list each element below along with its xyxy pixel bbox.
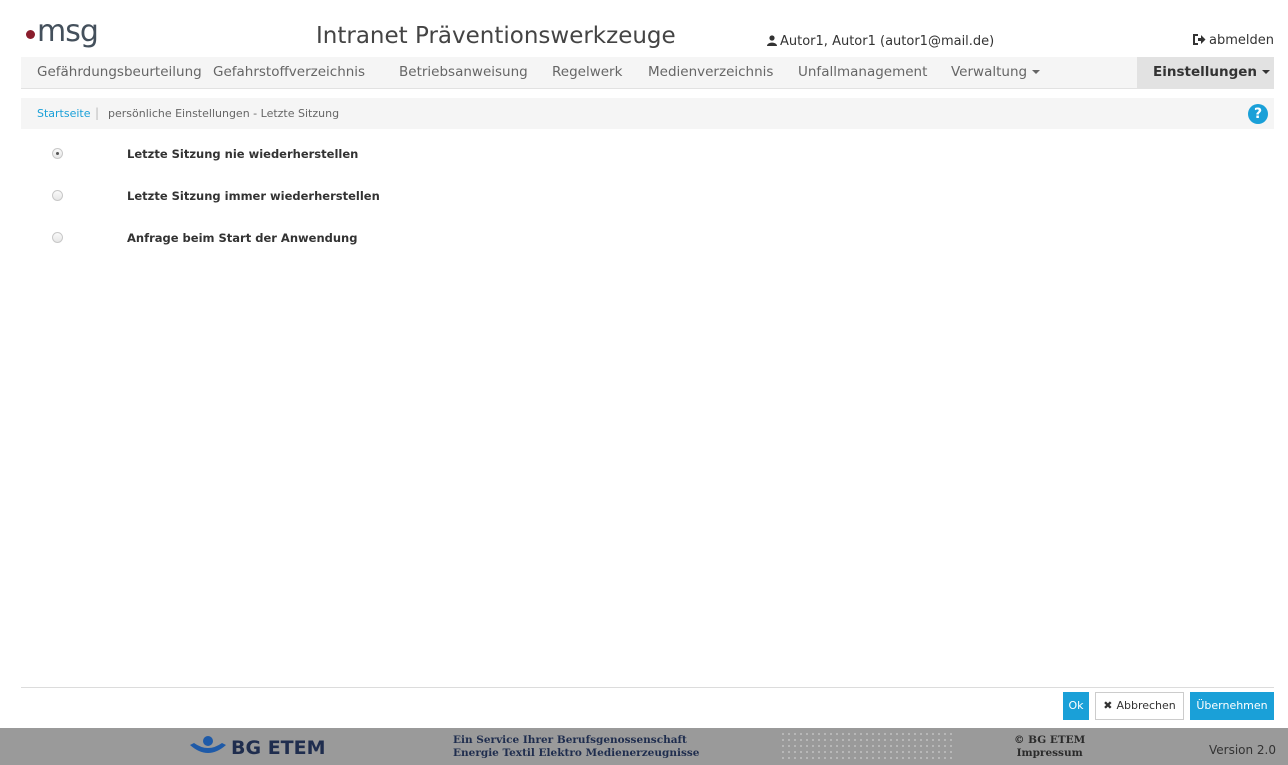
footer-brand: BG ETEM	[231, 737, 326, 759]
nav-item-einstellungen-label: Einstellungen	[1153, 64, 1258, 80]
bg-etem-logo-icon	[190, 736, 226, 753]
logout-label: abmelden	[1209, 33, 1274, 48]
radio-ask-on-start[interactable]	[52, 232, 63, 243]
nav-item-regelwerk[interactable]: Regelwerk	[552, 57, 622, 88]
nav-item-gefaehrdungsbeurteilung[interactable]: Gefährdungsbeurteilung	[37, 57, 202, 88]
caret-down-icon	[1262, 70, 1271, 74]
user-info: Autor1, Autor1 (autor1@mail.de)	[767, 34, 994, 49]
user-icon	[767, 35, 777, 46]
nav-item-verwaltung[interactable]: Verwaltung	[951, 57, 1041, 88]
help-icon[interactable]: ?	[1248, 104, 1268, 124]
logout-link[interactable]: abmelden	[1192, 33, 1274, 48]
footer-copyright: © BG ETEM Impressum	[1014, 734, 1085, 760]
nav-item-medienverzeichnis[interactable]: Medienverzeichnis	[648, 57, 773, 88]
cancel-label: Abbrechen	[1116, 699, 1176, 712]
footer-service: Ein Service Ihrer Berufsgenossenschaft E…	[453, 734, 699, 760]
footer-service-line1: Ein Service Ihrer Berufsgenossenschaft	[453, 734, 687, 746]
breadcrumb-current: persönliche Einstellungen - Letzte Sitzu…	[108, 107, 340, 120]
nav-item-unfallmanagement[interactable]: Unfallmanagement	[798, 57, 927, 88]
footer-service-line2: Energie Textil Elektro Medienerzeugnisse	[453, 747, 700, 759]
caret-down-icon	[1032, 70, 1041, 74]
logo-dot	[26, 30, 35, 39]
app-title: Intranet Präventionswerkzeuge	[316, 23, 676, 49]
option-label: Letzte Sitzung immer wiederherstellen	[127, 189, 380, 203]
cancel-button[interactable]: ✖ Abbrechen	[1095, 692, 1184, 720]
option-label: Letzte Sitzung nie wiederherstellen	[127, 147, 359, 161]
app-header: msg Intranet Präventionswerkzeuge Autor1…	[0, 0, 1288, 56]
user-name: Autor1, Autor1 (autor1@mail.de)	[780, 34, 995, 49]
main-nav: Gefährdungsbeurteilung Gefahrstoffverzei…	[21, 57, 1274, 89]
msg-logo[interactable]: msg	[26, 14, 99, 50]
divider	[21, 687, 1274, 688]
footer: BG ETEM Ein Service Ihrer Berufsgenossen…	[0, 728, 1288, 765]
nav-item-einstellungen[interactable]: Einstellungen	[1137, 57, 1274, 88]
impressum-link[interactable]: Impressum	[1014, 747, 1085, 760]
radio-never-restore[interactable]	[52, 148, 63, 159]
sign-out-icon	[1193, 34, 1206, 45]
breadcrumb-separator: |	[95, 106, 100, 120]
breadcrumb: Startseite | persönliche Einstellungen -…	[21, 98, 1274, 129]
version-label: Version 2.0	[1208, 743, 1276, 757]
nav-item-gefahrstoffverzeichnis[interactable]: Gefahrstoffverzeichnis	[213, 57, 365, 88]
radio-always-restore[interactable]	[52, 190, 63, 201]
nav-item-verwaltung-label: Verwaltung	[951, 64, 1028, 80]
logo-text: msg	[37, 14, 99, 49]
ok-button[interactable]: Ok	[1063, 692, 1089, 720]
close-icon: ✖	[1103, 699, 1113, 712]
copyright-text: © BG ETEM	[1014, 734, 1086, 746]
footer-dot-pattern	[780, 731, 952, 762]
option-label: Anfrage beim Start der Anwendung	[127, 231, 358, 245]
breadcrumb-home-link[interactable]: Startseite	[37, 107, 91, 120]
nav-item-betriebsanweisung[interactable]: Betriebsanweisung	[399, 57, 528, 88]
apply-button[interactable]: Übernehmen	[1190, 692, 1274, 720]
